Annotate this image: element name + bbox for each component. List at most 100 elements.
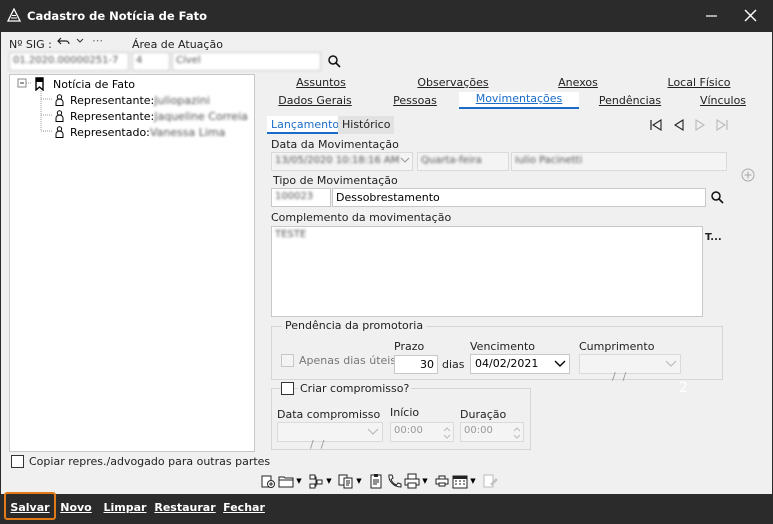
tree-item-name: Juliopazini: [154, 93, 210, 107]
subtab-historico[interactable]: Histórico: [338, 116, 395, 134]
movement-type-code: 100023: [275, 191, 314, 202]
area-name-field[interactable]: Cível: [172, 52, 321, 71]
copy-parties-checkbox[interactable]: [11, 455, 24, 468]
first-record-button[interactable]: [645, 116, 666, 133]
area-code-field[interactable]: 4: [132, 52, 170, 71]
clipboard-icon[interactable]: [367, 473, 384, 490]
calendar-dropdown-icon[interactable]: ▼: [469, 473, 477, 490]
add-circle-icon[interactable]: [741, 168, 755, 182]
duracao-label: Duração: [460, 408, 507, 421]
commitment-date-value: / /: [302, 438, 325, 451]
sig-number-field[interactable]: 01.2020.00000251-7: [9, 52, 129, 71]
commitment-date-label: Data compromisso: [277, 408, 381, 421]
close-icon: [744, 9, 757, 22]
clear-button[interactable]: Limpar: [104, 497, 147, 517]
hierarchy-dropdown-icon[interactable]: ▼: [325, 473, 333, 490]
tree-item-representante-2[interactable]: Representante: Jaqueline Correia: [55, 109, 248, 123]
tab-movimentacoes[interactable]: Movimentações: [459, 92, 579, 109]
copy-documents-icon[interactable]: [337, 473, 354, 490]
complement-label: Complemento da movimentação: [271, 211, 452, 224]
minimize-button[interactable]: [692, 0, 732, 32]
print-alt-icon[interactable]: [433, 473, 450, 490]
person-icon: [55, 110, 64, 122]
last-record-button: [711, 116, 732, 133]
new-button[interactable]: Novo: [60, 497, 92, 517]
calendar-icon[interactable]: [451, 473, 468, 490]
minimize-icon: [706, 15, 717, 17]
tree-item-label: Representante:: [70, 93, 155, 107]
more-icon[interactable]: ⋯: [92, 34, 103, 47]
subtab-lancamento[interactable]: Lançamento: [267, 116, 344, 134]
cumprimento-label: Cumprimento: [579, 340, 655, 353]
print-icon[interactable]: [403, 473, 420, 490]
dropdown-chevron-icon[interactable]: [75, 35, 85, 47]
print-dropdown-icon[interactable]: ▼: [421, 473, 429, 490]
restore-button[interactable]: Restaurar: [154, 497, 215, 517]
main-window: Cadastro de Notícia de Fato Nº SIG : ⋯ 0…: [0, 0, 773, 524]
add-document-icon[interactable]: [259, 473, 276, 490]
text-format-icon[interactable]: T...: [705, 232, 722, 243]
weekday-value: Quarta-feira: [421, 155, 482, 166]
pendency-group-title: Pendência da promotoria: [282, 319, 427, 332]
complement-value: TESTE: [275, 229, 307, 240]
hierarchy-icon[interactable]: [307, 473, 324, 490]
movement-type-code-field[interactable]: 100023: [271, 188, 331, 207]
close-form-button[interactable]: Fechar: [223, 497, 265, 517]
tab-pessoas[interactable]: Pessoas: [371, 94, 459, 111]
close-button[interactable]: [731, 0, 771, 32]
tab-assuntos[interactable]: Assuntos: [259, 76, 383, 93]
copy-parties-label: Copiar repres./advogado para outras part…: [29, 455, 271, 468]
prazo-label: Prazo: [394, 340, 425, 353]
prazo-field[interactable]: 30: [394, 355, 438, 374]
dias-label: dias: [442, 358, 465, 371]
phone-icon[interactable]: [385, 473, 402, 490]
search-movement-type-icon[interactable]: [710, 190, 724, 204]
tab-anexos[interactable]: Anexos: [523, 76, 633, 93]
undo-icon[interactable]: [57, 35, 71, 47]
complement-textarea[interactable]: TESTE: [271, 226, 703, 317]
vencimento-label: Vencimento: [470, 340, 536, 353]
vencimento-value: 04/02/2021: [475, 357, 539, 370]
tree-item-name: Vanessa Lima: [149, 125, 226, 139]
first-icon: [649, 118, 662, 131]
movement-type-name-field[interactable]: Dessobrestamento: [332, 188, 706, 207]
chevron-down-icon: [554, 360, 566, 367]
tree-root[interactable]: Notícia de Fato: [33, 77, 135, 91]
only-working-days-checkbox: [281, 354, 294, 367]
chevron-down-icon: [367, 428, 379, 435]
copy-dropdown-icon[interactable]: ▼: [355, 473, 363, 490]
tree-item-representante-1[interactable]: Representante: Juliopazini: [55, 93, 210, 107]
movement-type-label: Tipo de Movimentação: [273, 174, 398, 187]
chevron-down-icon: [400, 157, 410, 163]
tab-vinculos[interactable]: Vínculos: [681, 94, 765, 111]
search-icon[interactable]: [327, 54, 341, 68]
tab-dados-gerais[interactable]: Dados Gerais: [259, 94, 371, 111]
vencimento-date-picker[interactable]: 04/02/2021: [470, 354, 570, 374]
user-value: Iulio Pacinetti: [515, 155, 583, 166]
tree-item-name: Jaqueline Correia: [154, 109, 248, 123]
area-label: Área de Atuação: [132, 38, 223, 51]
window-title: Cadastro de Notícia de Fato: [27, 9, 208, 23]
tab-local-fisico[interactable]: Local Físico: [633, 76, 765, 93]
inicio-value: 00:00: [394, 425, 423, 436]
folder-icon[interactable]: [277, 473, 294, 490]
app-logo-icon: [7, 8, 21, 22]
side-number: 2: [679, 380, 688, 396]
date-movement-value: 13/05/2020 10:18:16 AM: [275, 155, 400, 166]
duracao-value: 00:00: [464, 425, 493, 436]
next-record-button: [689, 116, 710, 133]
tab-pendencias[interactable]: Pendências: [579, 94, 681, 111]
form-body: Nº SIG : ⋯ 01.2020.00000251-7 Área de At…: [1, 32, 772, 494]
weekday-field: Quarta-feira: [417, 152, 509, 171]
last-icon: [715, 118, 728, 131]
action-toolbar: ▼ ▼ ▼ ▼ ▼: [259, 471, 569, 491]
create-commitment-checkbox[interactable]: [281, 382, 294, 395]
cumprimento-value: / /: [604, 370, 627, 383]
tab-observacoes[interactable]: Observações: [383, 76, 523, 93]
document-icon: [35, 77, 44, 91]
inicio-label: Início: [390, 406, 420, 419]
tree-item-representado[interactable]: Representado: Vanessa Lima: [55, 125, 225, 139]
save-button[interactable]: Salvar: [8, 497, 52, 517]
previous-record-button[interactable]: [668, 116, 689, 133]
folder-dropdown-icon[interactable]: ▼: [295, 473, 303, 490]
